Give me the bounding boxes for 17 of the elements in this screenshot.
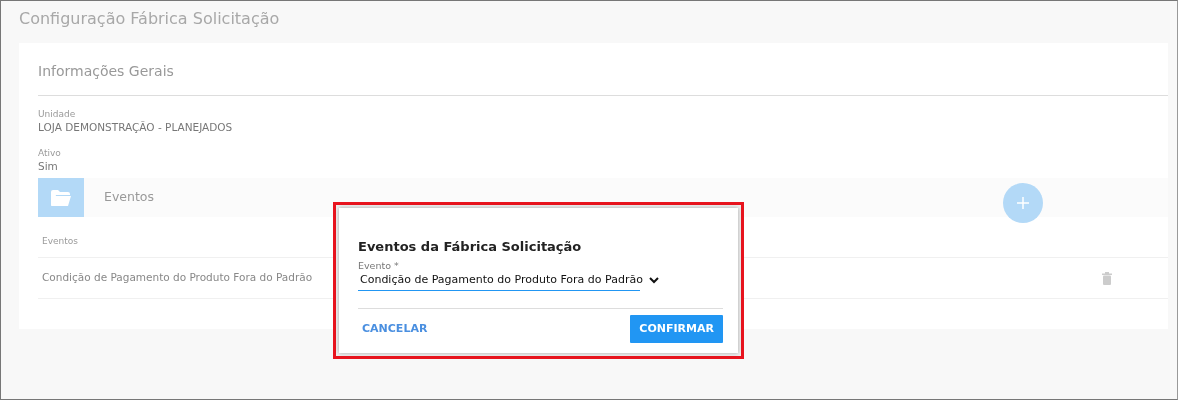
plus-icon: [1017, 197, 1029, 209]
add-button[interactable]: [1003, 183, 1043, 223]
section-title: Informações Gerais: [38, 61, 1168, 96]
field-label: Evento *: [358, 260, 400, 272]
field-value: Sim: [38, 159, 59, 174]
page-title: Configuração Fábrica Solicitação: [19, 9, 281, 29]
folder-icon: [50, 188, 72, 207]
trash-icon[interactable]: [1102, 271, 1112, 285]
chevron-down-icon: [648, 276, 659, 284]
field-label: Ativo: [38, 147, 62, 159]
field-value: LOJA DEMONSTRAÇÃO - PLANEJADOS: [38, 120, 234, 135]
cancel-button[interactable]: CANCELAR: [358, 316, 432, 341]
table-cell-text: Condição de Pagamento do Produto Fora do Padrão: [42, 269, 313, 285]
field-label: Unidade: [38, 108, 77, 120]
events-title: Eventos: [104, 188, 154, 207]
modal-title: Eventos da Fábrica Solicitação: [358, 238, 583, 256]
confirm-button[interactable]: CONFIRMAR: [630, 314, 723, 343]
